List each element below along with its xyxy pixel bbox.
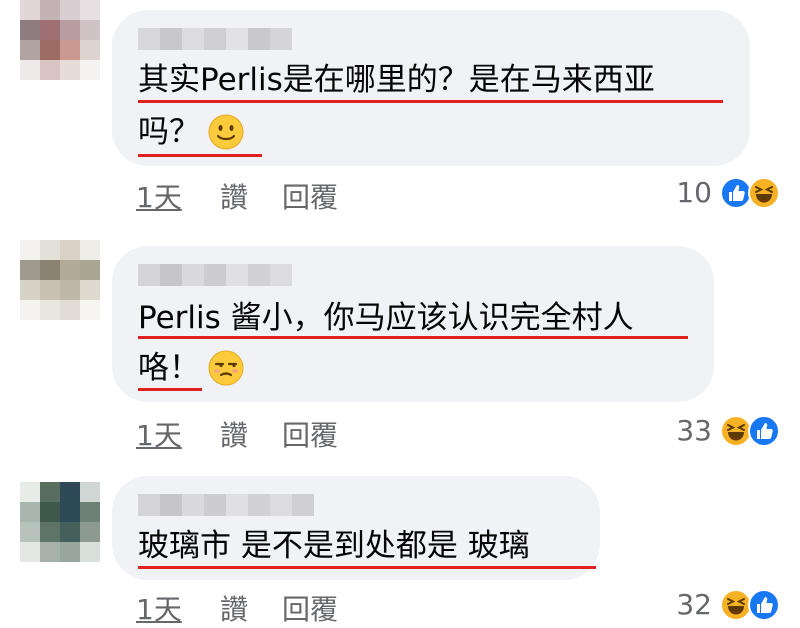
reaction-count: 33	[676, 414, 712, 447]
red-underline	[138, 154, 262, 157]
comment-text: 咯！	[138, 350, 200, 386]
comment-actions: 1天 讚 回覆	[136, 414, 338, 454]
reply-button[interactable]: 回覆	[282, 414, 338, 454]
comment-bubble: 玻璃市 是不是到处都是 玻璃	[112, 476, 600, 580]
blurred-author-name[interactable]	[138, 28, 292, 50]
comment-text-line-2: 吗？	[138, 112, 244, 152]
comment-text-line-1: Perlis 酱小，你马应该认识完全村人	[138, 298, 634, 338]
like-reaction-icon	[748, 415, 780, 447]
slightly-smiling-face-icon	[208, 114, 244, 150]
timestamp-link[interactable]: 1天	[136, 176, 220, 216]
reaction-summary[interactable]: 10	[676, 176, 780, 209]
comment-text: 其实Perlis是在哪里的？是在马来西亚	[138, 62, 655, 98]
reply-button[interactable]: 回覆	[282, 588, 338, 628]
reply-button[interactable]: 回覆	[282, 176, 338, 216]
timestamp-link[interactable]: 1天	[136, 588, 220, 628]
comment-text: Perlis 酱小，你马应该认识完全村人	[138, 300, 634, 336]
avatar[interactable]	[20, 482, 100, 562]
like-reaction-icon	[748, 589, 780, 621]
timestamp-link[interactable]: 1天	[136, 414, 220, 454]
like-button[interactable]: 讚	[220, 588, 282, 628]
haha-reaction-icon	[748, 177, 780, 209]
reaction-summary[interactable]: 33	[676, 414, 780, 447]
comment-text-line-2: 咯！	[138, 348, 244, 388]
comment-bubble: Perlis 酱小，你马应该认识完全村人 咯！	[112, 246, 714, 402]
red-underline	[138, 336, 688, 339]
reaction-count: 10	[676, 176, 712, 209]
red-underline	[138, 388, 202, 391]
red-underline	[138, 566, 596, 569]
like-button[interactable]: 讚	[220, 414, 282, 454]
comment-text-line-1: 玻璃市 是不是到处都是 玻璃	[138, 526, 530, 566]
red-underline	[138, 100, 723, 103]
comment-text: 吗？	[138, 114, 200, 150]
comment-text: 玻璃市 是不是到处都是 玻璃	[138, 528, 530, 564]
blurred-author-name[interactable]	[138, 494, 314, 516]
avatar[interactable]	[20, 0, 100, 80]
avatar[interactable]	[20, 240, 100, 320]
comment-text-line-1: 其实Perlis是在哪里的？是在马来西亚	[138, 60, 655, 100]
comment-actions: 1天 讚 回覆	[136, 176, 338, 216]
unamused-face-icon	[208, 350, 244, 386]
blurred-author-name[interactable]	[138, 264, 292, 286]
reaction-count: 32	[676, 588, 712, 621]
comment-actions: 1天 讚 回覆	[136, 588, 338, 628]
comment-bubble: 其实Perlis是在哪里的？是在马来西亚 吗？	[112, 10, 750, 166]
reaction-summary[interactable]: 32	[676, 588, 780, 621]
like-button[interactable]: 讚	[220, 176, 282, 216]
